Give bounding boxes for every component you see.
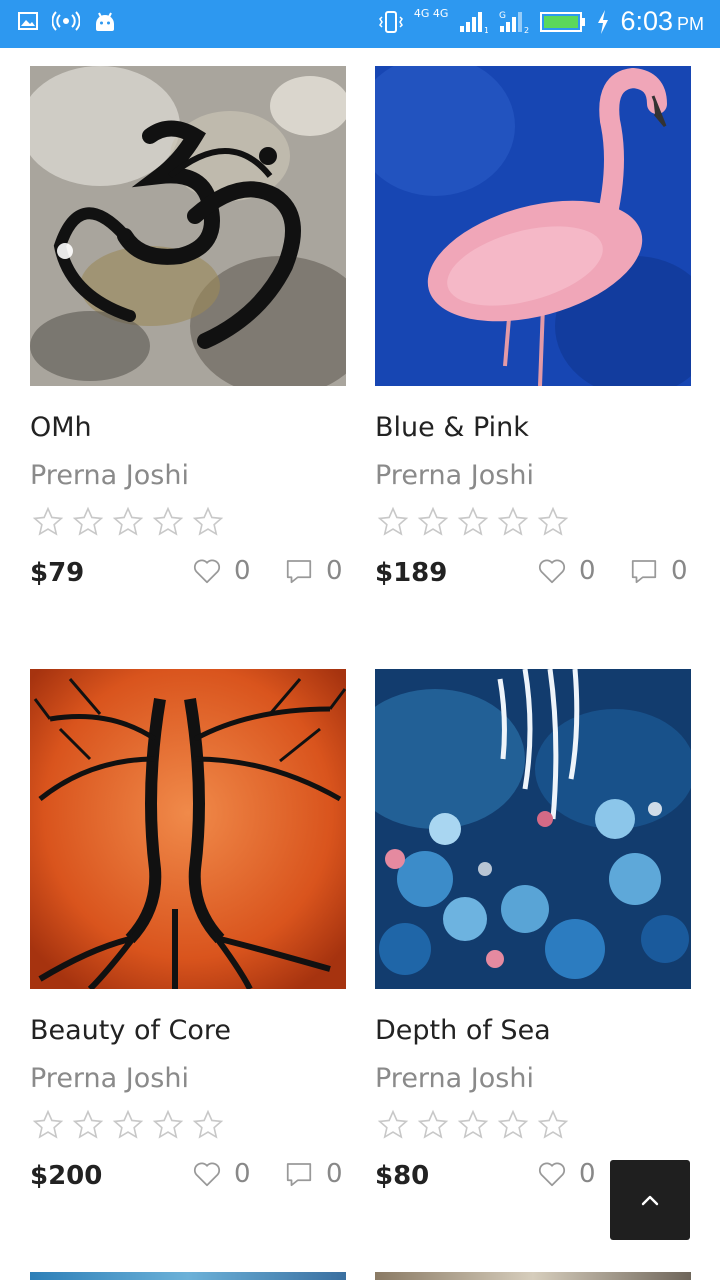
product-title[interactable]: Beauty of Core (30, 1015, 231, 1046)
like-count: 0 (579, 1159, 596, 1189)
signal-sim1-icon: 1 (460, 11, 488, 34)
star-empty-icon (72, 1109, 104, 1139)
product-card-partial[interactable] (30, 1272, 346, 1280)
clock: 6:03 PM (620, 6, 704, 36)
star-empty-icon (72, 506, 104, 536)
svg-text:1: 1 (484, 26, 488, 34)
rating-stars (32, 1109, 224, 1141)
battery-icon (540, 11, 586, 32)
like-button[interactable]: 0 (192, 1159, 251, 1189)
charging-icon (598, 9, 609, 34)
product-title[interactable]: Depth of Sea (375, 1015, 551, 1046)
like-button[interactable]: 0 (192, 556, 251, 586)
artwork-image-sea[interactable] (375, 669, 691, 989)
like-count: 0 (234, 1159, 251, 1189)
product-card-partial[interactable] (375, 1272, 691, 1280)
product-artist[interactable]: Prerna Joshi (30, 460, 189, 491)
artwork-image-flamingo[interactable] (375, 66, 691, 386)
comment-count: 0 (326, 556, 343, 586)
product-card[interactable]: OMh Prerna Joshi $79 0 0 (30, 66, 346, 606)
star-empty-icon (417, 1109, 449, 1139)
rating-stars (377, 506, 569, 538)
heart-icon[interactable] (192, 556, 222, 586)
image-icon (18, 12, 38, 30)
product-price: $79 (30, 558, 85, 588)
artwork-image-trees[interactable] (30, 669, 346, 989)
status-bar: 4G 4G 1 G 2 6:03 PM (0, 0, 720, 48)
status-left (18, 10, 116, 32)
chevron-up-icon[interactable] (638, 1188, 662, 1212)
like-count: 0 (234, 556, 251, 586)
android-icon (96, 12, 114, 31)
network-type-label: 4G 4G (413, 7, 449, 20)
star-empty-icon (377, 1109, 409, 1139)
status-right: 4G 4G 1 G 2 6:03 PM (378, 6, 704, 37)
comment-button[interactable]: 0 (284, 556, 343, 586)
comment-button[interactable]: 0 (629, 556, 688, 586)
rating-stars (32, 506, 224, 538)
star-empty-icon (497, 506, 529, 536)
svg-text:2: 2 (524, 26, 529, 34)
star-empty-icon (32, 1109, 64, 1139)
comment-icon[interactable] (284, 1159, 314, 1189)
product-price: $189 (375, 558, 448, 588)
svg-text:G: G (499, 11, 506, 21)
scroll-to-top-button[interactable] (610, 1160, 690, 1240)
product-artist[interactable]: Prerna Joshi (30, 1063, 189, 1094)
heart-icon[interactable] (537, 556, 567, 586)
product-card[interactable]: Beauty of Core Prerna Joshi $200 0 0 (30, 669, 346, 1209)
like-count: 0 (579, 556, 596, 586)
product-artist[interactable]: Prerna Joshi (375, 460, 534, 491)
heart-icon[interactable] (537, 1159, 567, 1189)
star-empty-icon (152, 1109, 184, 1139)
star-empty-icon (112, 1109, 144, 1139)
heart-icon[interactable] (192, 1159, 222, 1189)
star-empty-icon (192, 506, 224, 536)
comment-icon[interactable] (629, 556, 659, 586)
artwork-image-om[interactable] (30, 66, 346, 386)
product-price: $200 (30, 1161, 103, 1191)
star-empty-icon (417, 506, 449, 536)
comment-count: 0 (671, 556, 688, 586)
product-artist[interactable]: Prerna Joshi (375, 1063, 534, 1094)
star-empty-icon (537, 1109, 569, 1139)
broadcast-icon (52, 11, 80, 31)
comment-icon[interactable] (284, 556, 314, 586)
product-price: $80 (375, 1161, 430, 1191)
product-title[interactable]: Blue & Pink (375, 412, 529, 443)
star-empty-icon (152, 506, 184, 536)
star-empty-icon (32, 506, 64, 536)
star-empty-icon (537, 506, 569, 536)
star-empty-icon (112, 506, 144, 536)
star-empty-icon (192, 1109, 224, 1139)
like-button[interactable]: 0 (537, 1159, 596, 1189)
signal-sim2-icon: G 2 (499, 11, 529, 34)
comment-count: 0 (326, 1159, 343, 1189)
like-button[interactable]: 0 (537, 556, 596, 586)
product-card[interactable]: Depth of Sea Prerna Joshi $80 0 0 (375, 669, 691, 1209)
star-empty-icon (457, 1109, 489, 1139)
star-empty-icon (457, 506, 489, 536)
vibrate-icon (378, 10, 403, 33)
star-empty-icon (497, 1109, 529, 1139)
rating-stars (377, 1109, 569, 1141)
product-card[interactable]: Blue & Pink Prerna Joshi $189 0 0 (375, 66, 691, 606)
star-empty-icon (377, 506, 409, 536)
product-title[interactable]: OMh (30, 412, 92, 443)
comment-button[interactable]: 0 (284, 1159, 343, 1189)
